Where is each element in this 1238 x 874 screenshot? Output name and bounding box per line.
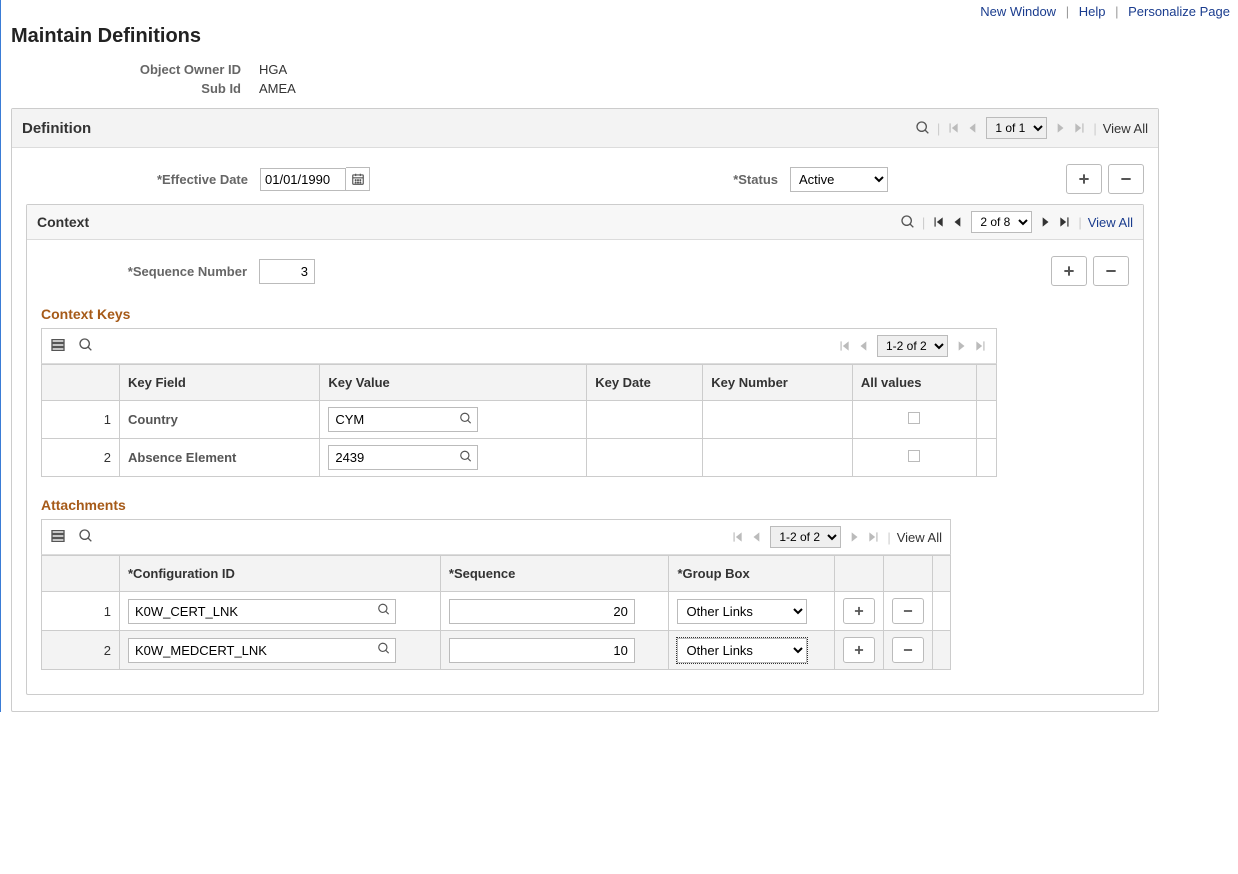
key-value-input[interactable]	[329, 446, 477, 469]
context-view-all[interactable]: View All	[1088, 215, 1133, 230]
config-id-input[interactable]	[129, 639, 395, 662]
last-icon	[867, 530, 881, 544]
table-row: 2 Absence Element	[42, 439, 997, 477]
col-config-id: *Configuration ID	[120, 556, 441, 592]
lookup-icon[interactable]	[377, 603, 391, 620]
context-title: Context	[37, 214, 89, 230]
row-number: 2	[42, 439, 120, 477]
next-icon	[1053, 121, 1067, 135]
search-icon[interactable]	[915, 120, 931, 136]
definition-range-select[interactable]: 1 of 1	[986, 117, 1047, 139]
col-all-values: All values	[852, 365, 976, 401]
status-label: *Status	[690, 172, 790, 187]
next-icon[interactable]	[1038, 215, 1052, 229]
table-row: 1 Other Links	[42, 592, 951, 631]
prev-icon[interactable]	[951, 215, 965, 229]
last-icon[interactable]	[1058, 215, 1072, 229]
col-key-value: Key Value	[320, 365, 587, 401]
attachments-table: *Configuration ID *Sequence *Group Box 1…	[41, 555, 951, 670]
definition-title: Definition	[22, 120, 91, 137]
context-keys-title: Context Keys	[41, 306, 1129, 322]
table-row: 1 Country	[42, 401, 997, 439]
status-select[interactable]: Active	[790, 167, 888, 192]
attachments-view-all[interactable]: View All	[897, 530, 942, 545]
config-id-input[interactable]	[129, 600, 395, 623]
lookup-icon[interactable]	[377, 642, 391, 659]
col-group-box: *Group Box	[669, 556, 835, 592]
object-owner-id-label: Object Owner ID	[11, 62, 259, 77]
separator: |	[1115, 4, 1118, 19]
group-box-select[interactable]: Other Links	[677, 638, 807, 663]
delete-row-button[interactable]	[1093, 256, 1129, 286]
row-number: 1	[42, 592, 120, 631]
row-number: 2	[42, 631, 120, 670]
prev-icon	[750, 530, 764, 544]
grid-settings-icon[interactable]	[50, 337, 66, 356]
add-row-button[interactable]	[1066, 164, 1102, 194]
context-pager: | 2 of 8 | View All	[900, 211, 1133, 233]
sequence-number-label: *Sequence Number	[41, 264, 259, 279]
help-link[interactable]: Help	[1079, 4, 1106, 19]
prev-icon	[966, 121, 980, 135]
key-field-value: Country	[120, 401, 320, 439]
search-icon[interactable]	[78, 337, 94, 356]
delete-row-button[interactable]	[892, 637, 924, 663]
attachments-title: Attachments	[41, 497, 1129, 513]
prev-icon	[857, 339, 871, 353]
calendar-icon[interactable]	[346, 167, 370, 191]
add-row-button[interactable]	[1051, 256, 1087, 286]
key-value-input[interactable]	[329, 408, 477, 431]
delete-row-button[interactable]	[1108, 164, 1144, 194]
effective-date-label: *Effective Date	[26, 172, 260, 187]
sub-id-value: AMEA	[259, 81, 296, 96]
sub-id-label: Sub Id	[11, 81, 259, 96]
sequence-number-input[interactable]	[259, 259, 315, 284]
context-section: Context | 2 of 8 | View All *Sequence Nu…	[26, 204, 1144, 695]
separator: |	[1066, 4, 1069, 19]
search-icon[interactable]	[78, 528, 94, 547]
row-number: 1	[42, 401, 120, 439]
sequence-input[interactable]	[449, 599, 635, 624]
key-field-value: Absence Element	[120, 439, 320, 477]
table-row: 2 Other Links	[42, 631, 951, 670]
add-row-button[interactable]	[843, 598, 875, 624]
personalize-page-link[interactable]: Personalize Page	[1128, 4, 1230, 19]
next-icon	[847, 530, 861, 544]
context-range-select[interactable]: 2 of 8	[971, 211, 1032, 233]
col-key-date: Key Date	[587, 365, 703, 401]
all-values-checkbox[interactable]	[908, 450, 920, 462]
new-window-link[interactable]: New Window	[980, 4, 1056, 19]
effective-date-input[interactable]	[260, 168, 346, 191]
first-icon	[946, 121, 960, 135]
lookup-icon[interactable]	[459, 449, 473, 466]
col-key-field: Key Field	[120, 365, 320, 401]
first-icon	[837, 339, 851, 353]
page-title: Maintain Definitions	[11, 25, 1238, 48]
definition-section: Definition | 1 of 1 | View All *Effectiv…	[11, 108, 1159, 712]
last-icon	[974, 339, 988, 353]
first-icon	[730, 530, 744, 544]
search-icon[interactable]	[900, 214, 916, 230]
grid-settings-icon[interactable]	[50, 528, 66, 547]
next-icon	[954, 339, 968, 353]
attachments-range-select[interactable]: 1-2 of 2	[770, 526, 841, 548]
last-icon	[1073, 121, 1087, 135]
object-owner-id-value: HGA	[259, 62, 287, 77]
context-keys-range-select[interactable]: 1-2 of 2	[877, 335, 948, 357]
col-sequence: *Sequence	[440, 556, 669, 592]
lookup-icon[interactable]	[459, 411, 473, 428]
col-key-number: Key Number	[703, 365, 853, 401]
all-values-checkbox[interactable]	[908, 412, 920, 424]
context-keys-table: Key Field Key Value Key Date Key Number …	[41, 364, 997, 477]
definition-view-all[interactable]: View All	[1103, 121, 1148, 136]
first-icon[interactable]	[931, 215, 945, 229]
add-row-button[interactable]	[843, 637, 875, 663]
sequence-input[interactable]	[449, 638, 635, 663]
group-box-select[interactable]: Other Links	[677, 599, 807, 624]
definition-pager: | 1 of 1 | View All	[915, 117, 1148, 139]
delete-row-button[interactable]	[892, 598, 924, 624]
